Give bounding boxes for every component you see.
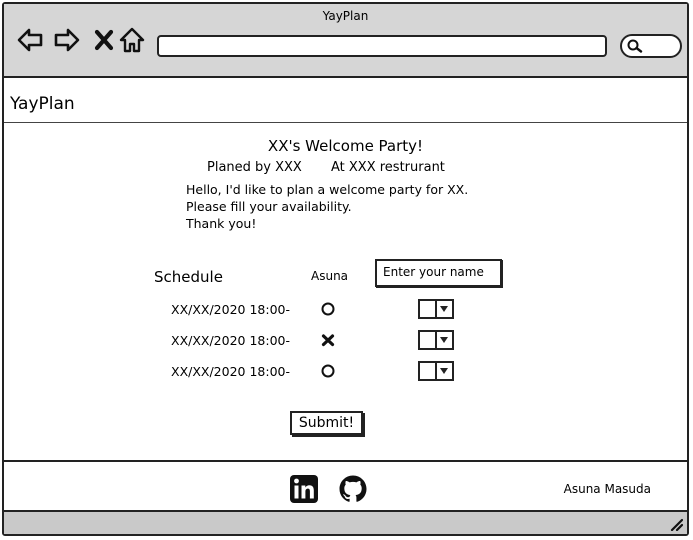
chevron-down-icon <box>435 301 452 317</box>
window-title: YayPlan <box>322 9 369 23</box>
available-circle-icon <box>321 364 335 378</box>
schedule-row: XX/XX/2020 18:00- <box>4 361 687 385</box>
schedule-row: XX/XX/2020 18:00- <box>4 330 687 354</box>
url-bar[interactable] <box>157 35 607 57</box>
available-circle-icon <box>321 302 335 316</box>
event-location: At XXX restrurant <box>331 160 445 175</box>
event-planner: Planed by XXX <box>207 160 302 175</box>
availability-select[interactable] <box>418 330 454 350</box>
author-name: Asuna Masuda <box>563 482 651 496</box>
browser-titlebar: YayPlan <box>4 4 687 78</box>
resize-grip-icon[interactable] <box>669 517 683 531</box>
search-icon <box>627 39 643 53</box>
availability-select[interactable] <box>418 361 454 381</box>
message-line: Thank you! <box>186 216 257 231</box>
status-bar <box>4 510 687 534</box>
event-title: XX's Welcome Party! <box>267 137 424 155</box>
chevron-down-icon <box>435 332 452 348</box>
browser-window: YayPlan YayPlan XX's Welcome Party! Plan… <box>2 2 689 536</box>
app-header: YayPlan <box>4 78 687 123</box>
submit-button[interactable]: Submit! <box>290 411 363 435</box>
schedule-date: XX/XX/2020 18:00- <box>171 333 290 348</box>
browser-search-field[interactable] <box>620 34 682 58</box>
schedule-label: Schedule <box>154 268 223 286</box>
message-line: Hello, I'd like to plan a welcome party … <box>186 182 469 197</box>
unavailable-cross-icon <box>321 334 335 347</box>
github-icon[interactable] <box>338 474 368 504</box>
name-input[interactable]: Enter your name <box>375 259 502 287</box>
chevron-down-icon <box>435 363 452 379</box>
close-icon[interactable] <box>90 26 118 54</box>
schedule-date: XX/XX/2020 18:00- <box>171 364 290 379</box>
participant-column-header: Asuna <box>311 269 349 283</box>
linkedin-icon[interactable] <box>289 474 319 504</box>
footer: Asuna Masuda <box>4 460 687 514</box>
app-title: YayPlan <box>10 94 75 114</box>
forward-arrow-icon[interactable] <box>53 26 81 54</box>
home-icon[interactable] <box>118 26 146 54</box>
availability-select[interactable] <box>418 299 454 319</box>
message-line: Please fill your availability. <box>186 199 352 214</box>
event-message: Hello, I'd like to plan a welcome party … <box>186 181 468 232</box>
schedule-date: XX/XX/2020 18:00- <box>171 302 290 317</box>
back-arrow-icon[interactable] <box>16 26 44 54</box>
main-content: XX's Welcome Party! Planed by XXX At XXX… <box>4 123 687 458</box>
schedule-row: XX/XX/2020 18:00- <box>4 299 687 323</box>
